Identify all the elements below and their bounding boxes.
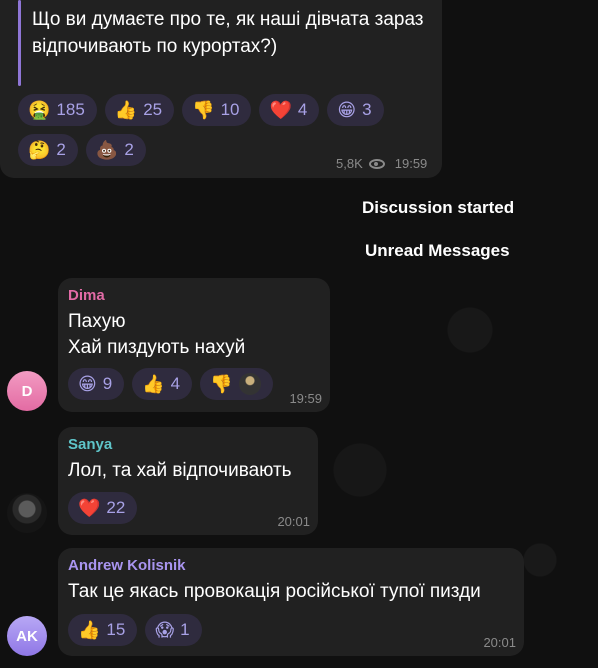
avatar[interactable]: D [7,371,47,411]
message-line: Так це якась провокація російської тупої… [68,581,481,602]
reaction-count: 1 [180,620,190,639]
reaction-count: 185 [56,100,85,119]
reaction-count: 4 [297,100,308,119]
post-meta: 5,8K 19:59 [336,156,427,171]
reaction-count: 2 [56,140,66,159]
vomit-emoji-icon: 🤮 [28,100,51,120]
channel-post[interactable]: Що ви думаєте про те, як наші дівчата за… [0,0,442,178]
reaction-heart[interactable]: ❤️ 4 [259,94,320,126]
reaction-thumbs-up[interactable]: 👍 15 [68,614,138,646]
avatar-initials: AK [16,627,38,645]
message-time: 20:01 [277,514,310,529]
reaction-count: 25 [143,100,163,119]
sender-name[interactable]: Andrew Kolisnik [68,557,186,574]
message-bubble-dima[interactable]: Dima Пахую Хай пиздують нахуй 😁 9 👍 4 👎 … [58,278,330,412]
grin-emoji-icon: 😁 [337,100,357,120]
avatar[interactable] [7,493,47,533]
reaction-thumbs-up[interactable]: 👍 4 [132,368,193,400]
reaction-thumbs-down[interactable]: 👎 10 [182,94,252,126]
reaction-count: 9 [102,374,113,393]
message-text: Лол, та хай відпочивають [68,458,292,484]
quote-bar [18,0,21,86]
message-line: Хай пиздують нахуй [68,337,246,358]
reaction-count: 22 [106,498,126,517]
thumbs-up-icon: 👍 [78,620,101,640]
reaction-thumbs-down[interactable]: 👎 [200,368,273,400]
reactor-avatar [238,373,261,395]
message-reactions: 😁 9 👍 4 👎 [68,368,273,400]
avatar[interactable]: AK [7,616,47,656]
reaction-thinking[interactable]: 🤔 2 [18,134,78,166]
message-line: Лол, та хай відпочивають [68,460,292,481]
heart-icon: ❤️ [269,100,292,120]
discussion-started-label: Discussion started [362,198,515,217]
unread-messages-label: Unread Messages [365,241,510,260]
avatar-initials: D [21,382,33,400]
reaction-thumbs-up[interactable]: 👍 25 [104,94,175,126]
reaction-count: 4 [170,374,181,393]
reaction-count: 15 [106,620,126,639]
message-bubble-sanya[interactable]: Sanya Лол, та хай відпочивають ❤️ 22 20:… [58,427,318,535]
message-text: Пахую Хай пиздують нахуй [68,309,245,361]
poop-emoji-icon: 💩 [95,140,119,160]
message-reactions: 👍 15 😱 1 [68,614,202,646]
reaction-grin[interactable]: 😁 9 [68,368,125,400]
grin-emoji-icon: 😁 [78,374,97,394]
heart-icon: ❤️ [78,498,101,518]
reaction-poop[interactable]: 💩 2 [85,134,146,166]
message-time: 19:59 [289,391,322,406]
reaction-count: 10 [220,100,240,119]
message-reactions: ❤️ 22 [68,492,138,524]
thumbs-up-icon: 👍 [142,374,165,394]
thumbs-down-icon: 👎 [192,100,215,120]
sender-name[interactable]: Sanya [68,436,112,453]
reaction-vomit[interactable]: 🤮 185 [18,94,97,126]
reaction-grin[interactable]: 😁 3 [327,94,384,126]
thumbs-up-icon: 👍 [114,100,138,120]
reaction-count: 2 [124,140,134,159]
thinking-emoji-icon: 🤔 [28,140,51,160]
view-count: 5,8K [336,156,363,171]
reaction-count: 3 [362,100,372,119]
message-line: Пахую [68,311,126,332]
reaction-scream[interactable]: 😱 1 [145,614,202,646]
message-bubble-andrew[interactable]: Andrew Kolisnik Так це якась провокація … [58,548,524,656]
message-time: 20:01 [483,635,516,650]
post-text: Що ви думаєте про те, як наші дівчата за… [32,9,424,57]
message-text: Так це якась провокація російської тупої… [68,579,481,605]
post-time: 19:59 [394,156,428,171]
eye-icon [368,158,385,169]
reaction-heart[interactable]: ❤️ 22 [68,492,138,524]
sender-name[interactable]: Dima [68,287,105,304]
thumbs-down-icon: 👎 [210,374,233,394]
scream-emoji-icon: 😱 [155,620,175,640]
